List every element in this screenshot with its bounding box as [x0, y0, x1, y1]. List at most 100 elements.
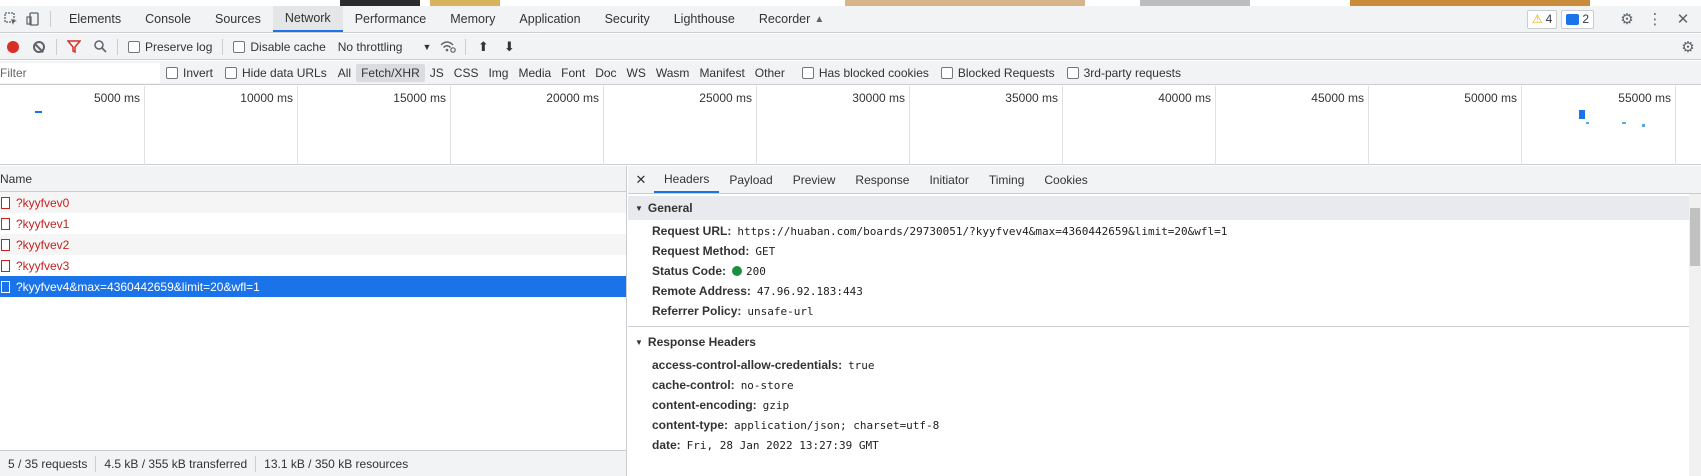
- tab-recorder[interactable]: Recorder ▲: [747, 6, 836, 32]
- detail-tab-cookies[interactable]: Cookies: [1034, 166, 1097, 193]
- filter-type-fetch-xhr[interactable]: Fetch/XHR: [356, 63, 425, 82]
- tick-label: 40000 ms: [1158, 91, 1211, 105]
- filter-input[interactable]: Filter: [0, 62, 160, 83]
- detail-tab-preview[interactable]: Preview: [783, 166, 846, 193]
- timeline-request-mark: [1579, 110, 1585, 119]
- column-header-name[interactable]: Name: [0, 166, 626, 192]
- header-key: date:: [652, 438, 681, 452]
- timeline-tick: 5000 ms: [0, 86, 145, 165]
- header-key: content-type:: [652, 418, 728, 432]
- close-detail-icon[interactable]: ✕: [628, 166, 654, 193]
- request-row[interactable]: ?kyyfvev2: [0, 234, 626, 255]
- hide-data-urls-label: Hide data URLs: [242, 65, 327, 80]
- tab-elements[interactable]: Elements: [57, 6, 133, 32]
- settings-gear-icon[interactable]: ⚙: [1615, 10, 1639, 28]
- preserve-log-checkbox[interactable]: Preserve log: [128, 40, 212, 54]
- filter-type-img[interactable]: Img: [483, 64, 513, 82]
- close-icon[interactable]: ✕: [1671, 10, 1695, 28]
- timeline-overview[interactable]: 5000 ms 10000 ms 15000 ms 20000 ms 25000…: [0, 86, 1701, 165]
- filter-type-wasm[interactable]: Wasm: [651, 64, 695, 82]
- filter-type-ws[interactable]: WS: [622, 64, 651, 82]
- messages-count: 2: [1582, 12, 1589, 26]
- scrollbar-thumb[interactable]: [1690, 208, 1700, 266]
- request-row[interactable]: ?kyyfvev3: [0, 255, 626, 276]
- tab-console[interactable]: Console: [133, 6, 203, 32]
- tab-network[interactable]: Network: [272, 6, 343, 32]
- detail-tab-payload[interactable]: Payload: [719, 166, 782, 193]
- export-har-button[interactable]: ⬇: [496, 34, 522, 60]
- search-button[interactable]: [87, 34, 113, 60]
- blocked-requests-label: Blocked Requests: [957, 65, 1055, 80]
- devtools-tabbar: Elements Console Sources Network Perform…: [0, 6, 1701, 33]
- timeline-request-mark: [1622, 122, 1626, 124]
- detail-scrollbar[interactable]: [1689, 194, 1701, 476]
- header-key: access-control-allow-credentials:: [652, 358, 843, 372]
- preserve-log-label: Preserve log: [145, 39, 213, 54]
- blocked-requests-checkbox[interactable]: Blocked Requests: [940, 65, 1055, 80]
- has-blocked-cookies-checkbox[interactable]: Has blocked cookies: [801, 66, 929, 80]
- tab-performance[interactable]: Performance: [343, 6, 439, 32]
- messages-badge[interactable]: 2: [1561, 9, 1594, 29]
- device-toolbar-icon[interactable]: [22, 6, 44, 32]
- remote-address-value: 47.96.92.183:443: [756, 284, 863, 298]
- filter-type-css[interactable]: CSS: [449, 64, 484, 82]
- filter-type-js[interactable]: JS: [425, 64, 449, 82]
- throttling-value: No throttling: [337, 39, 403, 54]
- tab-memory[interactable]: Memory: [438, 6, 507, 32]
- tab-lighthouse[interactable]: Lighthouse: [662, 6, 747, 32]
- remote-address-label: Remote Address:: [652, 284, 751, 298]
- detail-tab-headers[interactable]: Headers: [654, 166, 720, 193]
- detail-tab-timing[interactable]: Timing: [979, 166, 1035, 193]
- timeline-tick: 55000 ms: [1522, 86, 1676, 165]
- timeline-tick: 15000 ms: [298, 86, 451, 165]
- network-conditions-button[interactable]: [435, 34, 461, 60]
- timeline-tick: 10000 ms: [145, 86, 298, 165]
- third-party-requests-label: 3rd-party requests: [1083, 65, 1181, 80]
- invert-checkbox[interactable]: Invert: [166, 66, 213, 80]
- import-har-button[interactable]: ⬆: [470, 34, 496, 60]
- file-icon: [1, 217, 10, 230]
- filter-type-manifest[interactable]: Manifest: [694, 64, 749, 82]
- warnings-count: 4: [1545, 12, 1553, 26]
- detail-tab-initiator[interactable]: Initiator: [919, 166, 978, 193]
- filter-placeholder: Filter: [0, 65, 27, 80]
- section-divider: [628, 326, 1701, 327]
- inspect-element-icon[interactable]: [0, 6, 22, 32]
- request-row-selected[interactable]: ?kyyfvev4&max=4360442659&limit=20&wfl=1: [0, 276, 626, 297]
- response-header-row: content-encoding: gzip: [628, 395, 1701, 415]
- warning-icon: ⚠: [1531, 12, 1543, 26]
- upload-icon: ⬆: [477, 38, 489, 54]
- disable-cache-checkbox[interactable]: Disable cache: [233, 40, 326, 54]
- clear-button[interactable]: [26, 34, 52, 60]
- network-settings-button[interactable]: ⚙: [1675, 34, 1701, 60]
- filter-type-all[interactable]: All: [333, 64, 356, 82]
- detail-tab-response[interactable]: Response: [845, 166, 919, 193]
- record-button[interactable]: [0, 34, 26, 60]
- detail-tabbar: ✕ Headers Payload Preview Response Initi…: [628, 166, 1701, 194]
- tab-sources[interactable]: Sources: [203, 6, 273, 32]
- more-menu-icon[interactable]: ⋮: [1643, 10, 1667, 28]
- checkbox-box: [940, 66, 953, 79]
- filter-type-doc[interactable]: Doc: [590, 64, 621, 82]
- filter-toggle-button[interactable]: [61, 34, 87, 60]
- filter-type-font[interactable]: Font: [556, 64, 590, 82]
- tab-application[interactable]: Application: [507, 6, 592, 32]
- filter-type-other[interactable]: Other: [750, 64, 790, 82]
- request-row[interactable]: ?kyyfvev1: [0, 213, 626, 234]
- response-headers-section-header[interactable]: ▼ Response Headers: [628, 330, 1701, 354]
- divider: [117, 38, 118, 55]
- hide-data-urls-checkbox[interactable]: Hide data URLs: [225, 66, 327, 80]
- warnings-badge[interactable]: ⚠ 4: [1526, 9, 1558, 29]
- network-status-bar: 5 / 35 requests 4.5 kB / 355 kB transfer…: [0, 450, 627, 476]
- header-key: content-encoding:: [652, 398, 757, 412]
- third-party-requests-checkbox[interactable]: 3rd-party requests: [1066, 65, 1181, 80]
- checkbox-box: [1066, 66, 1079, 79]
- general-section-title: General: [647, 201, 693, 215]
- throttling-select[interactable]: No throttling ▼: [338, 40, 432, 54]
- timeline-tick: 20000 ms: [451, 86, 604, 165]
- filter-type-media[interactable]: Media: [513, 64, 556, 82]
- request-method-label: Request Method:: [652, 244, 750, 258]
- request-row[interactable]: ?kyyfvev0: [0, 192, 626, 213]
- general-section-header[interactable]: ▼ General: [628, 196, 1701, 220]
- tab-security[interactable]: Security: [593, 6, 662, 32]
